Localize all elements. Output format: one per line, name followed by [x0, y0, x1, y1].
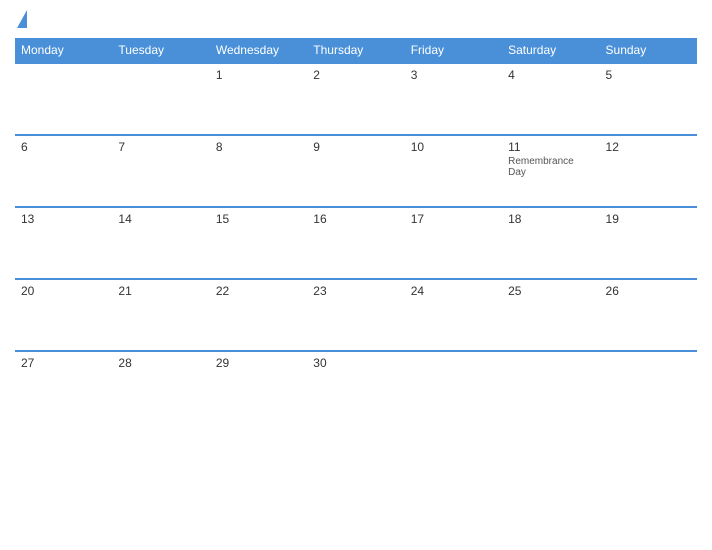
- weekday-header-row: MondayTuesdayWednesdayThursdayFridaySatu…: [15, 38, 697, 63]
- calendar-cell: 8: [210, 135, 307, 207]
- day-number: 12: [606, 140, 691, 154]
- calendar-cell: 3: [405, 63, 502, 135]
- calendar-cell: 19: [600, 207, 697, 279]
- day-number: 8: [216, 140, 301, 154]
- calendar-week-row: 20 21 22 23 24 25 26: [15, 279, 697, 351]
- calendar-week-row: 6789 10 11 Remembrance Day 12: [15, 135, 697, 207]
- calendar-cell: 10: [405, 135, 502, 207]
- calendar-cell: 30: [307, 351, 404, 423]
- day-number: 21: [118, 284, 203, 298]
- holiday-label: Remembrance Day: [508, 156, 593, 178]
- calendar-cell: [15, 63, 112, 135]
- calendar-cell: 18: [502, 207, 599, 279]
- day-number: 2: [313, 68, 398, 82]
- calendar-table: MondayTuesdayWednesdayThursdayFridaySatu…: [15, 38, 697, 423]
- day-number: 20: [21, 284, 106, 298]
- day-number: 16: [313, 212, 398, 226]
- calendar-container: MondayTuesdayWednesdayThursdayFridaySatu…: [0, 0, 712, 550]
- day-number: 24: [411, 284, 496, 298]
- weekday-sunday: Sunday: [600, 38, 697, 63]
- day-number: 19: [606, 212, 691, 226]
- calendar-cell: 6: [15, 135, 112, 207]
- day-number: 25: [508, 284, 593, 298]
- day-number: 18: [508, 212, 593, 226]
- day-number: 14: [118, 212, 203, 226]
- calendar-cell: 20: [15, 279, 112, 351]
- calendar-cell: [600, 351, 697, 423]
- calendar-cell: 16: [307, 207, 404, 279]
- day-number: 15: [216, 212, 301, 226]
- day-number: 5: [606, 68, 691, 82]
- calendar-cell: [405, 351, 502, 423]
- day-number: 22: [216, 284, 301, 298]
- weekday-thursday: Thursday: [307, 38, 404, 63]
- weekday-friday: Friday: [405, 38, 502, 63]
- calendar-cell: 13: [15, 207, 112, 279]
- weekday-saturday: Saturday: [502, 38, 599, 63]
- weekday-monday: Monday: [15, 38, 112, 63]
- day-number: 3: [411, 68, 496, 82]
- calendar-cell: 27: [15, 351, 112, 423]
- calendar-cell: 28: [112, 351, 209, 423]
- calendar-cell: 26: [600, 279, 697, 351]
- day-number: 28: [118, 356, 203, 370]
- calendar-cell: 14: [112, 207, 209, 279]
- day-number: 11: [508, 140, 593, 154]
- day-number: 4: [508, 68, 593, 82]
- calendar-cell: 4: [502, 63, 599, 135]
- calendar-cell: 23: [307, 279, 404, 351]
- calendar-cell: [112, 63, 209, 135]
- calendar-week-row: 12345: [15, 63, 697, 135]
- day-number: 1: [216, 68, 301, 82]
- calendar-cell: 2: [307, 63, 404, 135]
- day-number: 29: [216, 356, 301, 370]
- day-number: 26: [606, 284, 691, 298]
- calendar-cell: 29: [210, 351, 307, 423]
- day-number: 10: [411, 140, 496, 154]
- logo-triangle-icon: [17, 10, 27, 28]
- calendar-cell: 5: [600, 63, 697, 135]
- logo: [15, 10, 27, 30]
- calendar-cell: 1: [210, 63, 307, 135]
- calendar-cell: 17: [405, 207, 502, 279]
- calendar-cell: 9: [307, 135, 404, 207]
- day-number: 13: [21, 212, 106, 226]
- calendar-cell: 12: [600, 135, 697, 207]
- day-number: 17: [411, 212, 496, 226]
- calendar-week-row: 13 14 15 16 17 18 19: [15, 207, 697, 279]
- calendar-cell: 25: [502, 279, 599, 351]
- day-number: 23: [313, 284, 398, 298]
- calendar-cell: 11 Remembrance Day: [502, 135, 599, 207]
- calendar-cell: 24: [405, 279, 502, 351]
- day-number: 7: [118, 140, 203, 154]
- calendar-cell: 21: [112, 279, 209, 351]
- day-number: 6: [21, 140, 106, 154]
- calendar-cell: 15: [210, 207, 307, 279]
- weekday-tuesday: Tuesday: [112, 38, 209, 63]
- day-number: 9: [313, 140, 398, 154]
- calendar-cell: [502, 351, 599, 423]
- day-number: 27: [21, 356, 106, 370]
- calendar-header: [15, 10, 697, 30]
- calendar-cell: 22: [210, 279, 307, 351]
- calendar-cell: 7: [112, 135, 209, 207]
- calendar-header-row: MondayTuesdayWednesdayThursdayFridaySatu…: [15, 38, 697, 63]
- calendar-week-row: 27 28 29 30: [15, 351, 697, 423]
- calendar-body: 1234567891011Remembrance Day121314151617…: [15, 63, 697, 423]
- day-number: 30: [313, 356, 398, 370]
- weekday-wednesday: Wednesday: [210, 38, 307, 63]
